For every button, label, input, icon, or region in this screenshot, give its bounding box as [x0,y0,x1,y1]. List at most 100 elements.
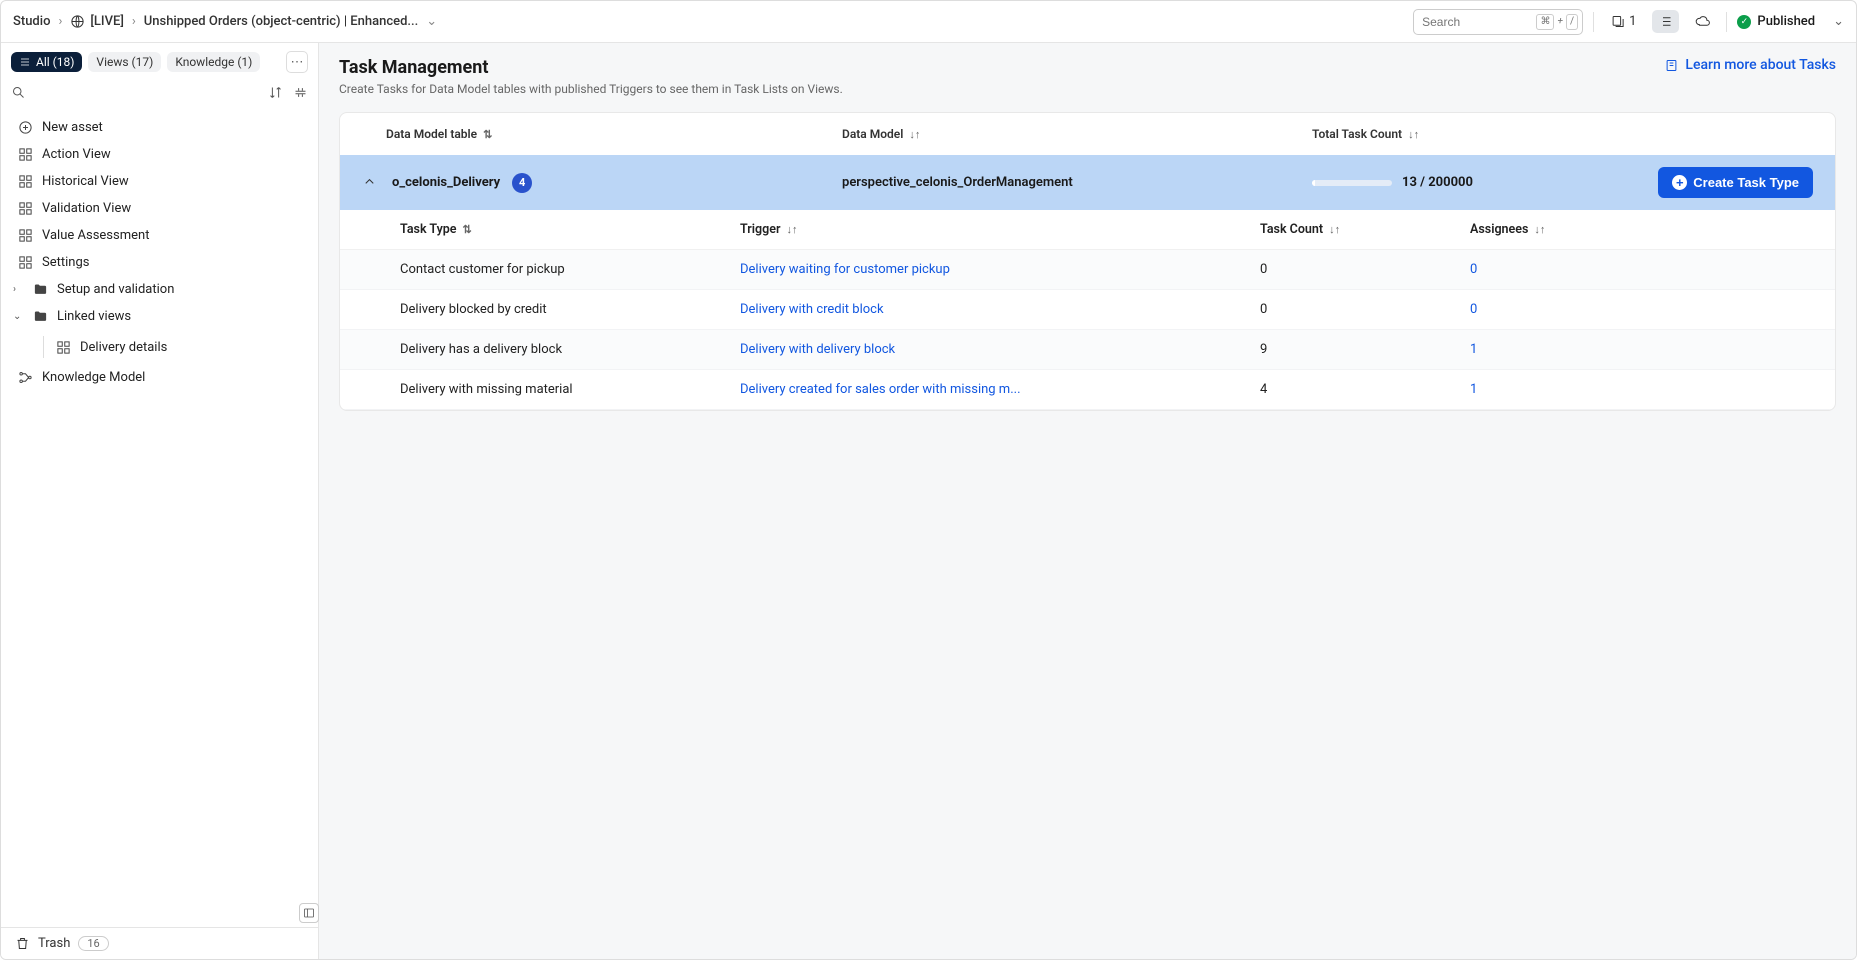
search-icon [11,85,26,100]
sidebar-sort-button[interactable] [268,85,283,104]
sidebar-collapse-button[interactable] [293,85,308,104]
sort-button[interactable]: ↓↑ [1408,128,1419,141]
sidebar-item-setup-validation[interactable]: › Setup and validation [1,276,318,303]
header-data-model-table: Data Model table [386,127,477,141]
sidebar-item-delivery-details[interactable]: Delivery details [1,330,318,364]
globe-icon [70,14,85,29]
publish-label: Published [1757,14,1815,29]
progress-text: 13 / 200000 [1402,175,1473,190]
chevron-down-icon: ⌄ [1833,14,1844,29]
model-icon [17,370,33,385]
sidebar-item-value-assessment[interactable]: Value Assessment [1,222,318,249]
sort-button[interactable]: ↓↑ [786,223,797,236]
breadcrumb-studio[interactable]: Studio [13,14,50,29]
create-task-type-button[interactable]: + Create Task Type [1658,167,1813,198]
book-icon [1664,58,1679,73]
task-row[interactable]: Delivery blocked by creditDelivery with … [340,290,1835,330]
sidebar-trash-label: Trash [38,936,70,951]
subheader-assignees: Assignees [1470,222,1528,237]
collapse-icon [293,85,308,100]
search-input-wrap: ⌘+/ [1413,9,1583,35]
sidebar-item-linked-views[interactable]: ⌄ Linked views [1,303,318,330]
assignees-link[interactable]: 0 [1470,302,1477,317]
sidebar-tab-all-label: All (18) [36,55,74,69]
sidebar-item-settings[interactable]: Settings [1,249,318,276]
chevron-right-icon: › [132,14,136,29]
list-view-button[interactable] [1652,10,1679,33]
sidebar-item-knowledge-model[interactable]: Knowledge Model [1,364,318,391]
sidebar-item-label: Action View [42,147,111,162]
header-total-task-count: Total Task Count [1312,127,1402,141]
layers-icon [1610,14,1625,29]
sidebar-item-historical-view[interactable]: Historical View [1,168,318,195]
sidebar-more-button[interactable]: ⋯ [286,51,308,73]
sort-button[interactable]: ⇅ [463,223,472,236]
version-button[interactable]: 1 [1604,10,1642,33]
task-type-cell: Delivery with missing material [400,382,740,397]
sidebar-trash[interactable]: Trash 16 [1,927,318,959]
sort-button[interactable]: ⇅ [483,128,492,141]
plus-circle-icon [17,120,33,135]
trigger-link[interactable]: Delivery created for sales order with mi… [740,382,1021,397]
dashboard-icon [17,228,33,243]
sidebar-collapse-handle[interactable] [299,903,319,923]
chevron-down-icon[interactable]: ⌄ [426,14,437,29]
cloud-icon [1695,14,1710,29]
breadcrumb-live-label: [LIVE] [90,14,124,29]
learn-more-label: Learn more about Tasks [1685,57,1836,73]
sidebar-item-label: Value Assessment [42,228,149,243]
plus-icon: + [1672,175,1687,190]
trigger-link[interactable]: Delivery with delivery block [740,342,895,357]
dashboard-icon [17,147,33,162]
assignees-link[interactable]: 1 [1470,342,1477,357]
sort-button[interactable]: ↓↑ [1534,223,1545,236]
task-row[interactable]: Contact customer for pickupDelivery wait… [340,250,1835,290]
trigger-link[interactable]: Delivery with credit block [740,302,884,317]
task-type-cell: Delivery blocked by credit [400,302,740,317]
sidebar-item-action-view[interactable]: Action View [1,141,318,168]
subheader-trigger: Trigger [740,222,780,237]
sidebar-tab-all[interactable]: All (18) [11,52,82,72]
task-count-cell: 0 [1260,262,1470,277]
trash-icon [15,936,30,951]
sidebar-tab-knowledge[interactable]: Knowledge (1) [167,52,260,72]
list-icon [19,56,31,68]
version-count: 1 [1629,14,1636,29]
collapse-panel-icon [303,907,315,919]
assignees-link[interactable]: 0 [1470,262,1477,277]
assignees-link[interactable]: 1 [1470,382,1477,397]
sidebar-item-label: Settings [42,255,89,270]
group-row[interactable]: o_celonis_Delivery 4 perspective_celonis… [340,155,1835,210]
group-toggle[interactable] [362,174,380,192]
dashboard-icon [17,201,33,216]
dashboard-icon [55,340,71,355]
learn-more-link[interactable]: Learn more about Tasks [1664,57,1836,73]
sort-button[interactable]: ↓↑ [909,128,920,141]
breadcrumb-page[interactable]: Unshipped Orders (object-centric) | Enha… [144,14,419,29]
divider [1726,12,1727,32]
header-data-model: Data Model [842,127,903,141]
page-subtitle: Create Tasks for Data Model tables with … [339,82,843,96]
breadcrumb-live[interactable]: [LIVE] [70,14,124,29]
refresh-button[interactable] [1689,10,1716,33]
sidebar-item-label: Linked views [57,309,131,324]
task-row[interactable]: Delivery has a delivery blockDelivery wi… [340,330,1835,370]
sidebar-item-validation-view[interactable]: Validation View [1,195,318,222]
task-type-cell: Delivery has a delivery block [400,342,740,357]
check-icon: ✓ [1737,15,1751,29]
chevron-down-icon: ⌄ [13,311,23,322]
sort-button[interactable]: ↓↑ [1329,223,1340,236]
task-row[interactable]: Delivery with missing materialDelivery c… [340,370,1835,410]
page-title: Task Management [339,57,843,78]
divider [1593,12,1594,32]
chevron-up-icon [362,174,377,189]
trigger-link[interactable]: Delivery waiting for customer pickup [740,262,950,277]
sidebar-item-new-asset[interactable]: New asset [1,114,318,141]
subheader-task-type: Task Type [400,222,457,237]
sidebar-tab-views[interactable]: Views (17) [88,52,161,72]
sidebar-search-button[interactable] [11,85,26,104]
sidebar-item-label: Setup and validation [57,282,174,297]
folder-icon [32,282,48,297]
create-task-type-label: Create Task Type [1693,175,1799,190]
publish-status[interactable]: ✓ Published ⌄ [1737,14,1844,29]
